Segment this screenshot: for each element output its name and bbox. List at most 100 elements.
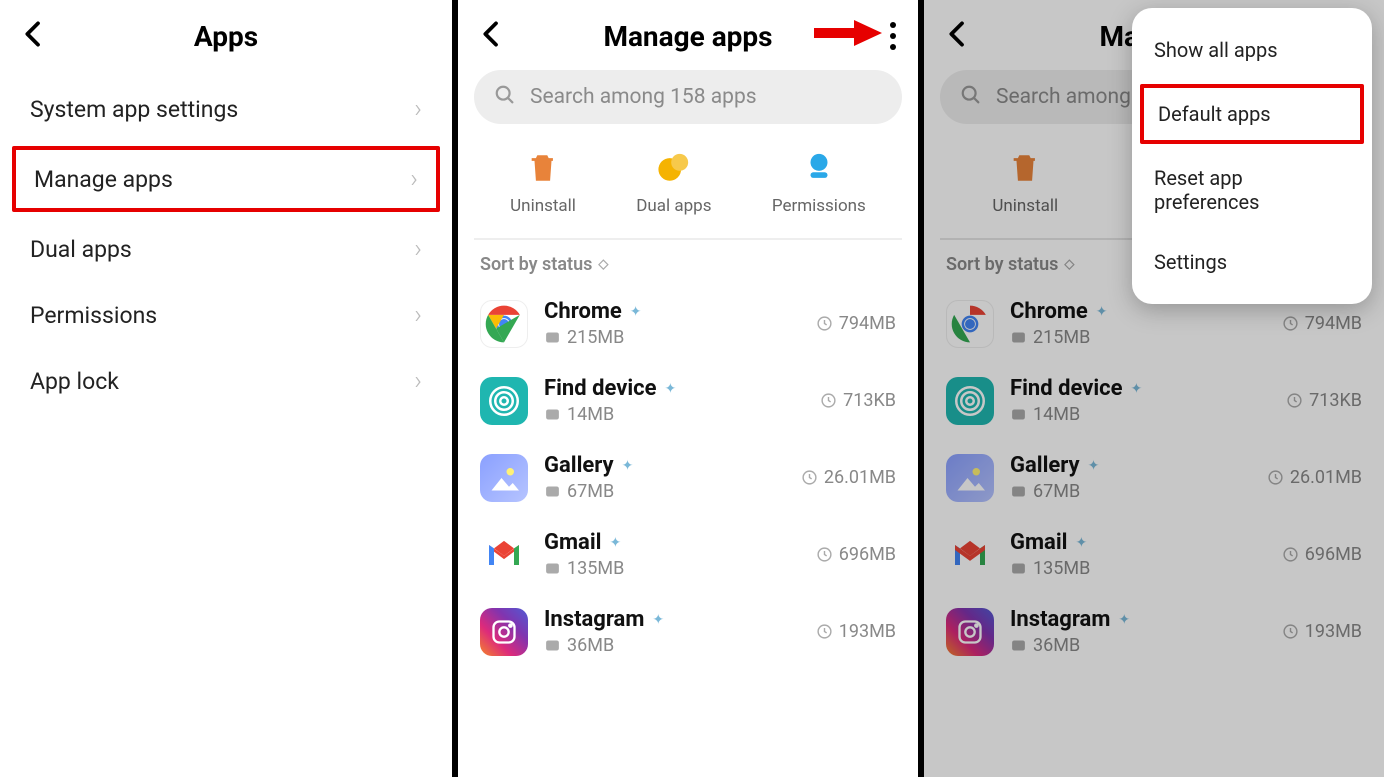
app-row-gmail[interactable]: Gmail ✦ 135MB 696MB [474,516,902,593]
row-system-app-settings[interactable]: System app settings › [0,76,452,142]
app-storage: 36MB [1033,635,1080,656]
clock-icon [816,546,833,563]
app-right: 713KB [1286,390,1362,411]
search-placeholder: Search among 158 apps [530,85,757,109]
sort-label: Sort by status [946,254,1058,275]
app-name: Gallery [544,453,614,478]
app-row-find-device[interactable]: Find device ✦ 14MB 713KB [940,362,1368,439]
storage-icon [544,637,561,654]
row-app-lock[interactable]: App lock › [0,348,452,414]
menu-default-apps[interactable]: Default apps [1140,84,1364,144]
gmail-icon [946,531,994,579]
app-right: 696MB [816,544,896,565]
app-storage: 215MB [1033,327,1090,348]
storage-icon [1010,406,1027,423]
sort-caret-icon: ◇ [1064,257,1074,272]
clock-icon [1282,623,1299,640]
storage-icon [1010,329,1027,346]
gmail-icon [480,531,528,579]
app-right: 193MB [1282,621,1362,642]
clock-icon [1286,392,1303,409]
action-permissions[interactable]: Permissions [772,150,866,216]
find-device-icon [946,377,994,425]
storage-icon [1010,637,1027,654]
page-title: Manage apps [478,20,898,53]
action-label: Uninstall [510,196,576,216]
app-time-size: 26.01MB [824,467,896,488]
dot-icon [890,44,896,50]
row-label: App lock [30,368,119,395]
app-row-instagram[interactable]: Instagram✦ 36MB 193MB [940,593,1368,670]
sync-icon: ✦ [609,535,621,551]
chevron-left-icon [18,18,50,50]
menu-show-all-apps[interactable]: Show all apps [1132,20,1372,80]
gallery-icon [946,454,994,502]
app-main: Instagram ✦ 36MB [544,607,800,656]
row-permissions[interactable]: Permissions › [0,282,452,348]
dot-icon [890,33,896,39]
app-row-chrome[interactable]: Chrome ✦ 215MB 794MB [474,285,902,362]
menu-reset-app-preferences[interactable]: Reset app preferences [1132,148,1372,232]
app-storage: 67MB [1033,481,1080,502]
trash-icon [1007,150,1043,186]
overflow-menu: Show all apps Default apps Reset app pre… [1132,8,1372,304]
storage-icon [544,483,561,500]
chevron-right-icon: › [414,94,422,124]
sync-icon: ✦ [652,612,664,628]
app-main: Gallery ✦ 67MB [544,453,785,502]
chevron-right-icon: › [414,300,422,330]
app-main: Gmail✦ 135MB [1010,530,1266,579]
app-main: Chrome ✦ 215MB [544,299,800,348]
action-label: Uninstall [992,196,1058,216]
storage-icon [544,406,561,423]
chevron-right-icon: › [414,366,422,396]
chrome-icon [480,300,528,348]
app-row-gallery[interactable]: Gallery ✦ 67MB 26.01MB [474,439,902,516]
app-time-size: 26.01MB [1290,467,1362,488]
sync-icon: ✦ [1075,535,1087,551]
app-main: Find device ✦ 14MB [544,376,804,425]
action-dual-apps[interactable]: Dual apps [636,150,711,216]
clock-icon [820,392,837,409]
sort-by-button[interactable]: Sort by status ◇ [458,248,918,285]
app-main: Instagram✦ 36MB [1010,607,1266,656]
app-time-size: 713KB [843,390,896,411]
action-uninstall[interactable]: Uninstall [510,150,576,216]
app-row-gallery[interactable]: Gallery ✦ 67MB 26.01MB [940,439,1368,516]
app-storage: 14MB [567,404,614,425]
more-options-button[interactable] [886,18,900,54]
row-manage-apps[interactable]: Manage apps › [12,146,440,212]
app-row-instagram[interactable]: Instagram ✦ 36MB 193MB [474,593,902,670]
app-row-gmail[interactable]: Gmail✦ 135MB 696MB [940,516,1368,593]
clock-icon [816,623,833,640]
action-uninstall[interactable]: Uninstall [992,150,1058,216]
back-button[interactable] [942,18,974,54]
chevron-left-icon [942,18,974,50]
app-name: Find device [1010,376,1123,401]
row-label: Permissions [30,302,157,329]
app-storage: 14MB [1033,404,1080,425]
sync-icon: ✦ [1088,458,1100,474]
app-time-size: 794MB [1305,313,1362,334]
sync-icon: ✦ [1131,381,1143,397]
instagram-icon [946,608,994,656]
clock-icon [1267,469,1284,486]
storage-icon [544,329,561,346]
app-name: Gmail [1010,530,1067,555]
app-name: Chrome [544,299,622,324]
row-dual-apps[interactable]: Dual apps › [0,216,452,282]
app-time-size: 193MB [1305,621,1362,642]
panel2-header: Manage apps [458,0,918,64]
clock-icon [801,469,818,486]
back-button[interactable] [18,18,50,54]
app-name: Gallery [1010,453,1080,478]
sync-icon: ✦ [622,458,634,474]
back-button[interactable] [476,18,508,54]
sync-icon: ✦ [665,381,677,397]
search-input[interactable]: Search among 158 apps [474,70,902,124]
manage-apps-screen: Manage apps Search among 158 apps Uninst… [458,0,924,777]
sort-label: Sort by status [480,254,592,275]
apps-settings-screen: Apps System app settings › Manage apps ›… [0,0,458,777]
menu-settings[interactable]: Settings [1132,232,1372,292]
app-row-find-device[interactable]: Find device ✦ 14MB 713KB [474,362,902,439]
